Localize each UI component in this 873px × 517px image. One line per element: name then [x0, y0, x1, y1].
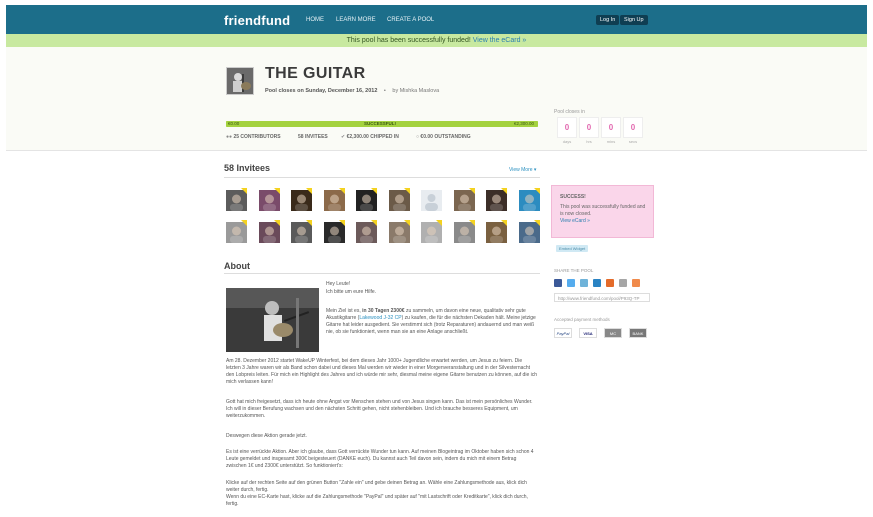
myspace-icon[interactable]: [619, 279, 627, 287]
stat-chipped-in: ✔ €2,300.00 CHIPPED IN: [341, 134, 399, 140]
share-more-icon[interactable]: [632, 279, 640, 287]
view-ecard-link[interactable]: View the eCard »: [473, 37, 527, 44]
check-icon: [273, 188, 280, 194]
payment-label: Accepted payment methods: [554, 317, 610, 322]
embed-widget-button[interactable]: Embed Widget: [556, 245, 589, 252]
page: friendfund HOME LEARN MORE CREATE A POOL…: [6, 5, 867, 517]
about-paragraph-4: Deswegen diese Aktion gerade jetzt.: [226, 433, 307, 439]
about-heading: About: [224, 261, 250, 271]
countdown-secs: 0: [623, 117, 643, 138]
pool-closes-date: Pool closes on Sunday, December 16, 2012: [265, 88, 378, 94]
check-icon: [338, 220, 345, 226]
login-button[interactable]: Log In: [596, 15, 620, 25]
check-icon: [273, 220, 280, 226]
invitee-avatar[interactable]: [421, 190, 442, 211]
check-icon: [306, 220, 312, 226]
countdown-hrs: 0: [579, 117, 599, 138]
linkedin-icon[interactable]: [593, 279, 601, 287]
check-icon: [306, 188, 312, 194]
sidebar-view-ecard-link[interactable]: View eCard »: [560, 218, 590, 224]
share-label: SHARE THE POOL: [554, 268, 594, 273]
invitees-divider: [224, 177, 540, 178]
check-icon: [468, 188, 475, 194]
about-paragraph-3: Gott hat mich freigesetzt, dass ich heut…: [226, 399, 533, 419]
view-more-link[interactable]: View More ▾: [509, 167, 536, 173]
about-paragraph-6a: Klicke auf der rechten Seite auf den grü…: [226, 480, 527, 493]
about-paragraph-6b: Wenn du eine EC-Karte hast, klicke auf d…: [226, 494, 528, 507]
progress-status-label: SUCCESSFUL!: [364, 121, 397, 126]
check-icon: [533, 220, 540, 226]
about-greeting-2: Ich bitte um eure Hilfe.: [326, 289, 377, 295]
about-divider: [224, 273, 540, 274]
chip-icon: ✔: [341, 134, 346, 140]
about-paragraph-5: Es ist eine verrückte Aktion. Aber ich g…: [226, 449, 534, 469]
blogger-icon[interactable]: [606, 279, 614, 287]
success-banner: This pool has been successfully funded! …: [6, 34, 867, 47]
about-paragraph-1: Mein Ziel ist es, in 30 Tagen 2300€ zu s…: [326, 308, 536, 335]
countdown-unit-secs: secs: [628, 139, 638, 144]
success-title: SUCCESS!: [560, 194, 586, 200]
check-icon: [468, 220, 475, 226]
subline-separator: •: [383, 88, 386, 94]
pool-subline: Pool closes on Sunday, December 16, 2012…: [265, 88, 439, 94]
check-icon: [241, 188, 247, 194]
check-icon: [501, 188, 507, 194]
top-navbar: friendfund HOME LEARN MORE CREATE A POOL…: [6, 5, 867, 34]
check-icon: [403, 220, 410, 226]
nav-home[interactable]: HOME: [306, 17, 324, 23]
about-photo: [226, 288, 319, 352]
nav-learn-more[interactable]: LEARN MORE: [336, 17, 376, 23]
guitar-link[interactable]: Lakewood J-32 CP: [359, 315, 401, 321]
countdown-mins: 0: [601, 117, 621, 138]
banner-text: This pool has been successfully funded!: [346, 37, 471, 44]
success-text: This pool was successfully funded and is…: [560, 204, 646, 224]
check-icon: [371, 220, 377, 226]
stat-invitees: 58 INVITEES: [298, 134, 328, 140]
countdown-unit-days: days: [562, 139, 572, 144]
invitees-heading: 58 Invitees: [224, 163, 271, 173]
stat-contributors: ●● 25 CONTRIBUTORS: [226, 134, 281, 140]
visa-badge: VISA: [579, 328, 597, 338]
contributors-icon: ●●: [226, 134, 233, 140]
countdown-unit-mins: mins: [606, 139, 616, 144]
countdown-days: 0: [557, 117, 577, 138]
mastercard-badge: MC: [604, 328, 622, 338]
email-icon[interactable]: [580, 279, 588, 287]
check-icon: [338, 188, 345, 194]
facebook-icon[interactable]: [554, 279, 562, 287]
about-greeting: Hey Leute!: [326, 281, 351, 287]
check-icon: [403, 188, 410, 194]
twitter-icon[interactable]: [567, 279, 575, 287]
check-icon: [501, 220, 507, 226]
check-icon: [436, 220, 442, 226]
check-icon: [371, 188, 377, 194]
check-icon: [241, 220, 247, 226]
friendfund-logo[interactable]: friendfund: [224, 13, 290, 28]
share-url-field[interactable]: http://www.friendfund.com/pool/P93Q-TP: [554, 293, 650, 302]
progress-max-label: €2,300.00: [514, 121, 535, 126]
signup-button[interactable]: Sign Up: [620, 15, 648, 25]
pool-thumbnail: [226, 67, 254, 95]
about-paragraph-2: Am 28. Dezember 2012 startet WakeUP Wint…: [226, 358, 538, 385]
countdown-unit-hrs: hrs: [586, 139, 592, 144]
nav-create-pool[interactable]: CREATE A POOL: [387, 17, 434, 23]
progress-min-label: €0.00: [228, 121, 240, 126]
bank-badge: BANK: [629, 328, 647, 338]
stat-outstanding: ○ €0.00 OUTSTANDING: [416, 134, 471, 140]
success-box: SUCCESS! This pool was successfully fund…: [551, 185, 654, 238]
pool-organizer[interactable]: by Mishka Maslova: [392, 88, 439, 94]
countdown-label: Pool closes in: [554, 109, 585, 115]
check-icon: [533, 188, 540, 194]
paypal-badge: PayPal: [554, 328, 572, 338]
outstanding-icon: ○: [416, 134, 420, 140]
pool-title: THE GUITAR: [265, 65, 366, 82]
